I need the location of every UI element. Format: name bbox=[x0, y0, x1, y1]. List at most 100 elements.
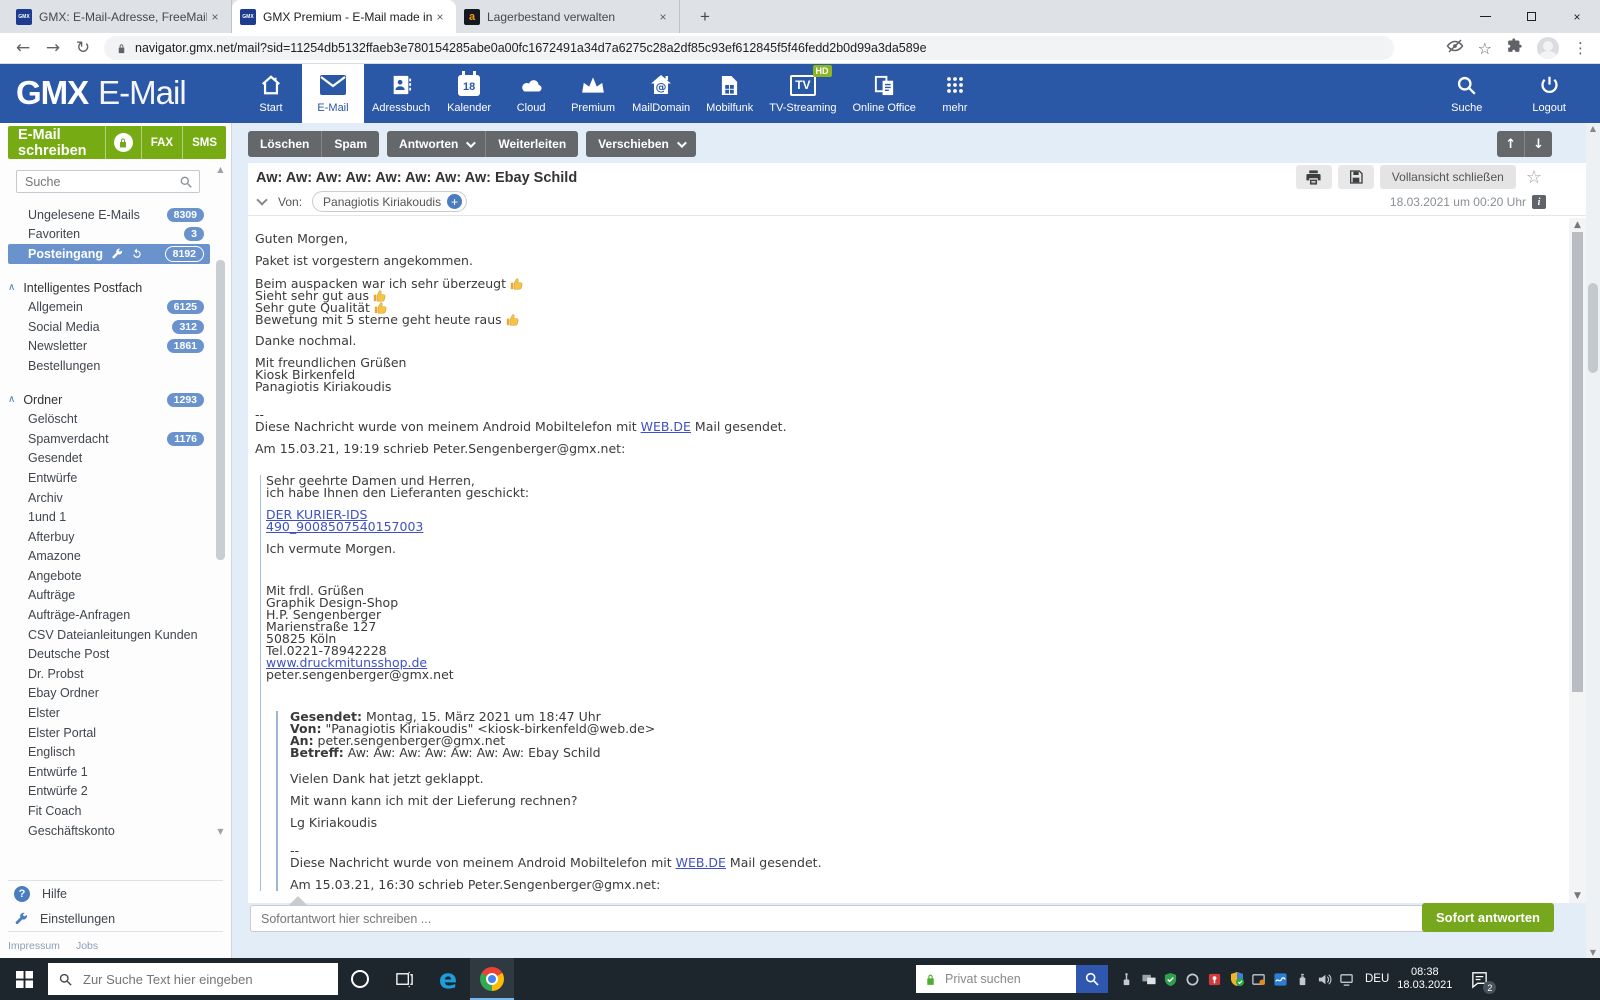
sidebar-item-gel-scht[interactable]: Gelöscht bbox=[0, 409, 210, 429]
spam-button[interactable]: Spam bbox=[322, 131, 379, 157]
sidebar-settings[interactable]: Einstellungen bbox=[0, 906, 231, 931]
window-restore-button[interactable] bbox=[1508, 0, 1554, 33]
sidebar-item-newsletter[interactable]: Newsletter1861 bbox=[0, 337, 210, 357]
taskbar-search[interactable] bbox=[48, 963, 338, 995]
sidebar-help[interactable]: ? Hilfe bbox=[0, 881, 231, 906]
scroll-down-icon[interactable]: ▼ bbox=[214, 827, 227, 836]
fax-button[interactable]: FAX bbox=[141, 126, 182, 159]
defender-icon[interactable] bbox=[1228, 971, 1245, 988]
verschieben-button[interactable]: Verschieben bbox=[586, 131, 696, 157]
volume-icon[interactable] bbox=[1316, 971, 1333, 988]
sidebar-item-deutsche-post[interactable]: Deutsche Post bbox=[0, 644, 210, 664]
sidebar-item-auftr-ge-anfragen[interactable]: Aufträge-Anfragen bbox=[0, 605, 210, 625]
taskbar-search-input[interactable] bbox=[81, 971, 328, 988]
nav-item-suche[interactable]: Suche bbox=[1443, 64, 1490, 123]
close-fullview-button[interactable]: Vollansicht schließen bbox=[1380, 165, 1516, 189]
scrollbar-thumb[interactable] bbox=[1572, 232, 1583, 692]
sidebar-item-elster[interactable]: Elster bbox=[0, 703, 210, 723]
sidebar-item-amazone[interactable]: Amazone bbox=[0, 547, 210, 567]
router-icon[interactable] bbox=[1118, 971, 1135, 988]
keyboard-language[interactable]: DEU bbox=[1365, 973, 1389, 985]
nav-item-start[interactable]: Start bbox=[240, 64, 302, 123]
nav-item-online-office[interactable]: Online Office bbox=[845, 64, 924, 123]
page-scrollbar[interactable]: ▲ ▼ bbox=[1586, 123, 1600, 958]
nav-item-tv-streaming[interactable]: TVHDTV-Streaming bbox=[761, 64, 844, 123]
mail-scrollbar[interactable]: ▲ ▼ bbox=[1569, 218, 1586, 903]
privat-suchen-button[interactable] bbox=[1076, 965, 1108, 993]
favorite-star-icon[interactable]: ☆ bbox=[1526, 167, 1542, 188]
save-button[interactable] bbox=[1338, 165, 1374, 189]
dropdown-chevron-icon[interactable] bbox=[466, 138, 476, 148]
sidebar-search-input[interactable] bbox=[23, 174, 179, 190]
l-schen-button[interactable]: Löschen bbox=[248, 131, 322, 157]
sidebar-item-archiv[interactable]: Archiv bbox=[0, 488, 210, 508]
collapse-chevron-icon[interactable]: ∧ bbox=[8, 282, 15, 293]
browser-tab[interactable]: aLagerbestand verwalten× bbox=[456, 0, 680, 33]
scrollbar-thumb[interactable] bbox=[216, 260, 225, 560]
secure-compose-button[interactable] bbox=[105, 126, 141, 159]
window-minimize-button[interactable] bbox=[1462, 0, 1508, 33]
preview-hidden-icon[interactable] bbox=[1446, 37, 1464, 60]
cortana-button[interactable] bbox=[338, 958, 382, 1000]
tab-close-icon[interactable]: × bbox=[655, 10, 671, 24]
nav-item-premium[interactable]: Premium bbox=[562, 64, 624, 123]
sidebar-item-ungelesene-e-mails[interactable]: Ungelesene E-Mails8309 bbox=[0, 205, 210, 225]
tab-close-icon[interactable]: × bbox=[432, 10, 448, 24]
task-view-button[interactable] bbox=[382, 958, 426, 1000]
collapse-chevron-icon[interactable]: ∧ bbox=[8, 394, 15, 405]
sidebar-item-entw-rfe-1[interactable]: Entwürfe 1 bbox=[0, 762, 210, 782]
compose-button[interactable]: E-Mail schreiben FAX SMS bbox=[8, 126, 226, 159]
action-center-button[interactable]: 2 bbox=[1466, 966, 1492, 992]
scroll-down-icon[interactable]: ▼ bbox=[1569, 891, 1586, 901]
bookmark-star-icon[interactable]: ☆ bbox=[1478, 39, 1492, 58]
window-close-button[interactable]: × bbox=[1554, 0, 1600, 33]
address-bar[interactable]: navigator.gmx.net/mail?sid=11254db5132ff… bbox=[104, 36, 1394, 60]
quick-reply-button[interactable]: Sofort antworten bbox=[1422, 903, 1554, 932]
nav-item-maildomain[interactable]: @MailDomain bbox=[624, 64, 698, 123]
weiterleiten-button[interactable]: Weiterleiten bbox=[486, 131, 578, 157]
remote-icon[interactable] bbox=[1140, 971, 1157, 988]
ssl-lock-icon[interactable] bbox=[116, 42, 127, 55]
shield-check-icon[interactable] bbox=[1162, 971, 1179, 988]
password-lock-icon[interactable] bbox=[1206, 971, 1223, 988]
sidebar-item-entw-rfe-2[interactable]: Entwürfe 2 bbox=[0, 782, 210, 802]
sidebar-item-auftr-ge[interactable]: Aufträge bbox=[0, 586, 210, 606]
sidebar-item-spamverdacht[interactable]: Spamverdacht1176 bbox=[0, 429, 210, 449]
nav-item-cloud[interactable]: Cloud bbox=[500, 64, 562, 123]
nav-item-e-mail[interactable]: E-Mail bbox=[302, 64, 364, 123]
nav-item-logout[interactable]: Logout bbox=[1524, 64, 1574, 123]
sidebar-item-gesendet[interactable]: Gesendet bbox=[0, 449, 210, 469]
antworten-button[interactable]: Antworten bbox=[387, 131, 486, 157]
sidebar-item-entw-rfe[interactable]: Entwürfe bbox=[0, 468, 210, 488]
refresh-icon[interactable] bbox=[131, 248, 143, 260]
previous-mail-button[interactable]: ↑ bbox=[1497, 131, 1525, 157]
folder-section-ordner[interactable]: ∧Ordner1293 bbox=[0, 390, 210, 410]
sidebar-item-allgemein[interactable]: Allgemein6125 bbox=[0, 297, 210, 317]
privat-suchen-box[interactable]: Privat suchen bbox=[916, 965, 1076, 993]
back-icon[interactable]: ← bbox=[8, 38, 38, 58]
sidebar-item-elster-portal[interactable]: Elster Portal bbox=[0, 723, 210, 743]
sms-button[interactable]: SMS bbox=[182, 126, 226, 159]
camera-ring-icon[interactable] bbox=[1184, 971, 1201, 988]
start-button[interactable] bbox=[0, 958, 48, 1000]
browser-tab[interactable]: GMXGMX: E-Mail-Adresse, FreeMail, D× bbox=[8, 0, 232, 33]
sidebar-item-1und-1[interactable]: 1und 1 bbox=[0, 507, 210, 527]
nav-item-kalender[interactable]: 18Kalender bbox=[438, 64, 500, 123]
sidebar-item-angebote[interactable]: Angebote bbox=[0, 566, 210, 586]
info-icon[interactable]: i bbox=[1532, 195, 1546, 209]
sidebar-item-englisch[interactable]: Englisch bbox=[0, 742, 210, 762]
collapse-chevron-icon[interactable] bbox=[256, 194, 267, 205]
sidebar-search[interactable] bbox=[16, 170, 200, 193]
nav-item-adressbuch[interactable]: Adressbuch bbox=[364, 64, 438, 123]
folder-section-intelligentes-postfach[interactable]: ∧Intelligentes Postfach bbox=[0, 278, 210, 298]
monitor-blue-icon[interactable] bbox=[1272, 971, 1289, 988]
browser-menu-icon[interactable]: ⋮ bbox=[1573, 39, 1588, 57]
gmx-logo[interactable]: GMXE-Mail bbox=[16, 74, 186, 112]
mail-link[interactable]: WEB.DE bbox=[676, 855, 726, 870]
scroll-down-icon[interactable]: ▼ bbox=[1586, 948, 1600, 957]
sender-pill[interactable]: Panagiotis Kiriakoudis + bbox=[312, 191, 467, 212]
add-contact-icon[interactable]: + bbox=[447, 194, 462, 209]
reload-icon[interactable]: ↻ bbox=[68, 38, 98, 58]
impressum-link[interactable]: Impressum bbox=[8, 940, 60, 952]
sidebar-item-dr-probst[interactable]: Dr. Probst bbox=[0, 664, 210, 684]
